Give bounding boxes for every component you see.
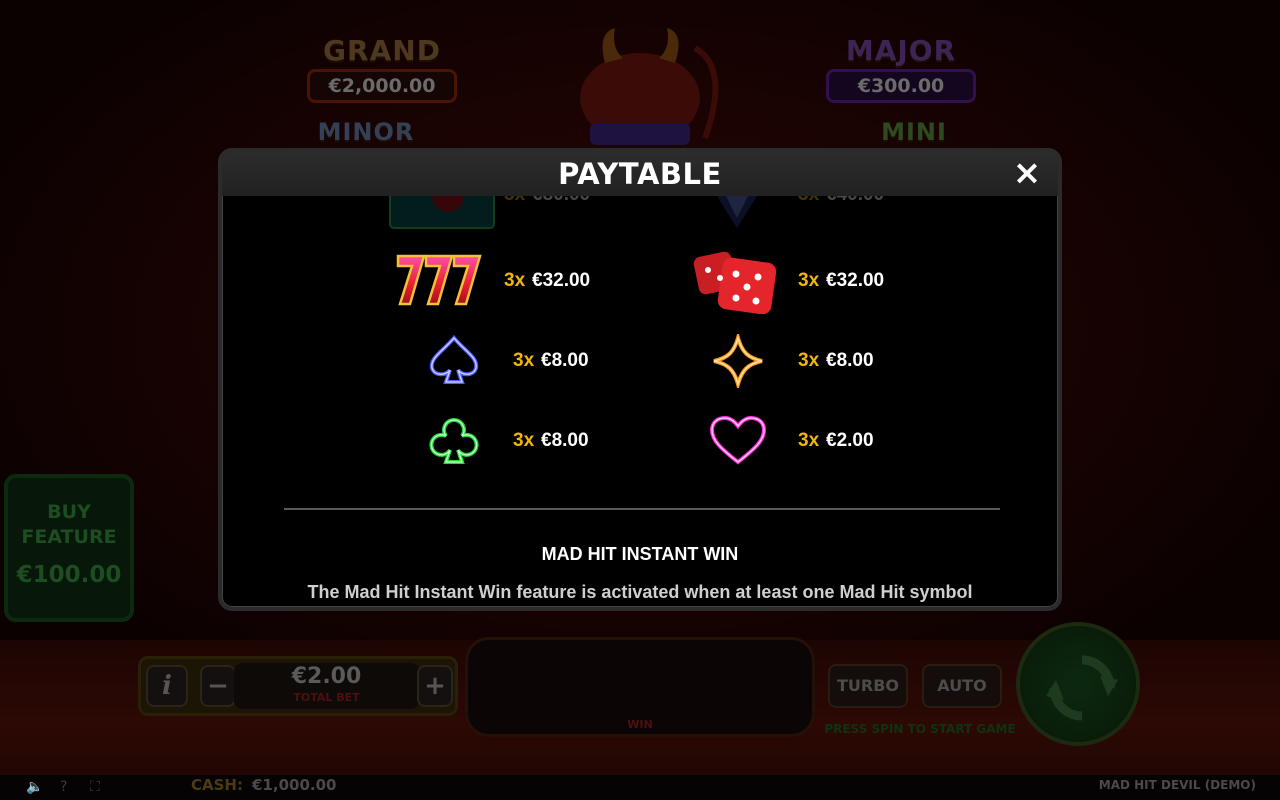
payout-multiplier: 3x — [798, 430, 820, 451]
game-title: MAD HIT DEVIL (DEMO) — [1098, 778, 1256, 792]
payout-multiplier: 3x — [798, 350, 820, 371]
payout-amount: €32.00 — [826, 270, 885, 291]
cash-value: €1,000.00 — [252, 776, 337, 794]
jackpot-grand-value: €2,000.00 — [307, 69, 457, 103]
section-divider — [284, 508, 1000, 510]
jackpot-major-value: €300.00 — [826, 69, 976, 103]
spin-arrows-icon — [1046, 655, 1118, 721]
jackpot-grand: GRAND €2,000.00 — [302, 34, 462, 114]
sevens-777-icon — [396, 254, 482, 306]
paytable-row: 3x €8.00 3x €2.00 — [222, 414, 1058, 474]
paytable-row-partial: 3x €80.00 3x €40.00 — [222, 196, 1058, 234]
buy-feature-label: BUY FEATURE — [21, 501, 117, 548]
diamond-gem-icon — [717, 196, 757, 228]
turbo-button[interactable]: TURBO — [828, 664, 908, 708]
payout-multiplier: 3x — [504, 196, 525, 206]
heart-icon — [709, 415, 767, 465]
paytable-row: 3x €32.00 3x €32.00 — [222, 248, 1058, 318]
payout-amount: €80.00 — [532, 196, 590, 206]
payout-multiplier: 3x — [504, 270, 526, 291]
club-icon — [429, 417, 479, 464]
diamond-suit-icon — [713, 334, 763, 388]
spade-icon — [429, 334, 479, 384]
jackpot-grand-title: GRAND — [323, 34, 441, 67]
close-icon[interactable]: × — [1010, 156, 1044, 190]
payout-multiplier: 3x — [798, 196, 819, 206]
payout-multiplier: 3x — [798, 270, 820, 291]
total-bet-value: €2.00 — [291, 664, 362, 689]
mad-hit-wild-icon — [389, 196, 495, 229]
sound-icon[interactable]: 🔈 — [26, 779, 43, 795]
autoplay-button[interactable]: AUTO — [922, 664, 1002, 708]
jackpot-minor-title: MINOR — [317, 118, 415, 146]
help-icon[interactable]: ? — [60, 779, 67, 795]
payout-amount: €32.00 — [532, 270, 591, 291]
dice-icon — [693, 251, 777, 314]
payout-amount: €8.00 — [826, 350, 874, 371]
payout-amount: €40.00 — [826, 196, 884, 206]
jackpot-major: MAJOR €300.00 — [821, 34, 981, 114]
jackpot-mini-title: MINI — [881, 118, 947, 146]
payout-amount: €2.00 — [826, 430, 874, 451]
fullscreen-icon[interactable]: ⛶ — [90, 779, 100, 795]
info-button[interactable]: i — [146, 665, 188, 707]
buy-feature-price: €100.00 — [16, 562, 122, 588]
spin-button[interactable] — [1016, 622, 1140, 746]
payout-multiplier: 3x — [513, 430, 535, 451]
total-bet-label: TOTAL BET — [293, 691, 360, 704]
section-text: The Mad Hit Instant Win feature is activ… — [307, 582, 973, 602]
jackpot-major-title: MAJOR — [845, 34, 957, 67]
decrease-bet-button[interactable]: − — [200, 665, 236, 707]
payout-amount: €8.00 — [541, 430, 589, 451]
payout-multiplier: 3x — [513, 350, 535, 371]
increase-bet-button[interactable]: + — [417, 665, 453, 707]
press-spin-hint: PRESS SPIN TO START GAME — [824, 722, 1016, 736]
devil-mascot-icon — [545, 8, 745, 148]
paytable-modal: PAYTABLE × 3x €80.00 3x €40.00 — [218, 148, 1062, 611]
modal-title: PAYTABLE — [558, 157, 722, 191]
payout-amount: €8.00 — [541, 350, 589, 371]
buy-feature-button[interactable]: BUY FEATURE €100.00 — [4, 474, 134, 622]
win-label: WIN — [627, 718, 653, 731]
paytable-row: 3x €8.00 3x €8.00 — [222, 334, 1058, 394]
section-title: MAD HIT INSTANT WIN — [541, 544, 739, 564]
modal-header: PAYTABLE × — [222, 152, 1058, 196]
total-bet-display: €2.00 TOTAL BET — [234, 663, 419, 709]
paytable-scroll-area[interactable]: 3x €80.00 3x €40.00 — [222, 196, 1058, 607]
win-display: WIN — [465, 637, 815, 737]
cash-label: CASH: — [191, 776, 243, 794]
